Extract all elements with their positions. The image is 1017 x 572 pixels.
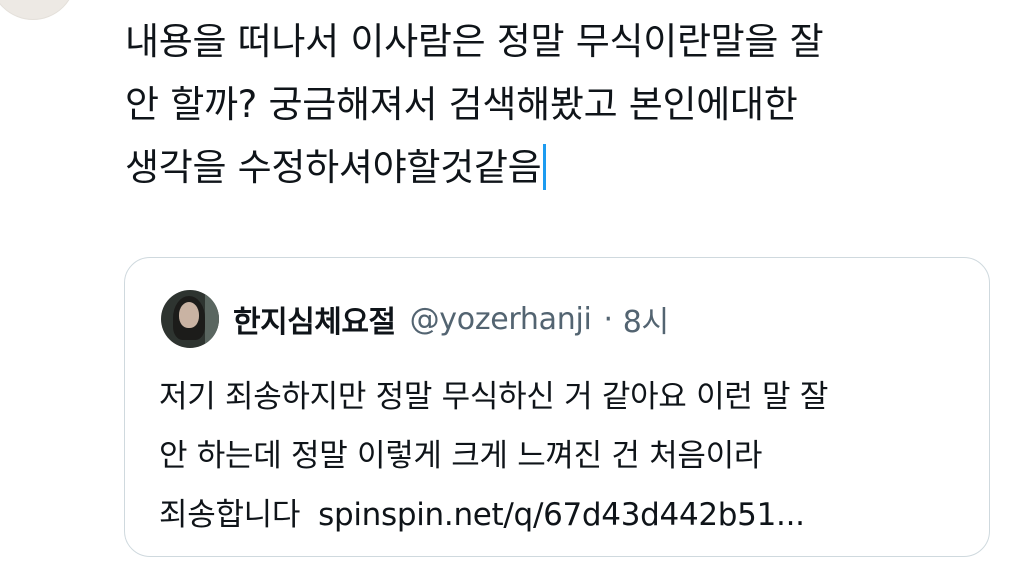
quoted-author-handle[interactable]: @yozerhanji — [410, 302, 592, 337]
tweet-text-line: 안 할까? 궁금해져서 검색해봤고 본인에대한 — [125, 83, 798, 126]
meta-separator: · — [603, 301, 614, 337]
quoted-body-line: 저기 죄송하지만 정말 무식하신 거 같아요 이런 말 잘 — [159, 379, 829, 415]
quoted-tweet-card[interactable]: 한지심체요절 @yozerhanji · 8시 저기 죄송하지만 정말 무식하신… — [124, 257, 990, 557]
quoted-body-line-last: 죄송합니다 spinspin.net/q/67d43d442b51... — [159, 486, 969, 545]
quoted-author-avatar[interactable] — [161, 290, 219, 348]
quoted-body-link[interactable]: spinspin.net/q/67d43d442b51... — [318, 497, 805, 533]
tweet-text-line: 내용을 떠나서 이사람은 정말 무식이란말을 잘 — [125, 20, 824, 63]
quoted-author-name[interactable]: 한지심체요절 — [233, 297, 396, 341]
tweet-text-line: 생각을 수정하셔야할것같음 — [125, 136, 995, 199]
tweet-text-line-end: 생각을 수정하셔야할것같음 — [125, 146, 542, 189]
tweet-text[interactable]: 내용을 떠나서 이사람은 정말 무식이란말을 잘안 할까? 궁금해져서 검색해봤… — [125, 10, 995, 199]
text-cursor — [543, 144, 547, 190]
quoted-tweet-body: 저기 죄송하지만 정말 무식하신 거 같아요 이런 말 잘 안 하는데 정말 이… — [159, 368, 969, 545]
author-avatar[interactable] — [0, 0, 76, 20]
quoted-body-line: 안 하는데 정말 이렇게 크게 느껴진 건 처음이라 — [159, 438, 763, 474]
quoted-tweet-header: 한지심체요절 @yozerhanji · 8시 — [161, 290, 669, 348]
quoted-tweet-time[interactable]: 8시 — [623, 297, 669, 341]
quoted-body-text: 죄송합니다 — [159, 497, 301, 533]
